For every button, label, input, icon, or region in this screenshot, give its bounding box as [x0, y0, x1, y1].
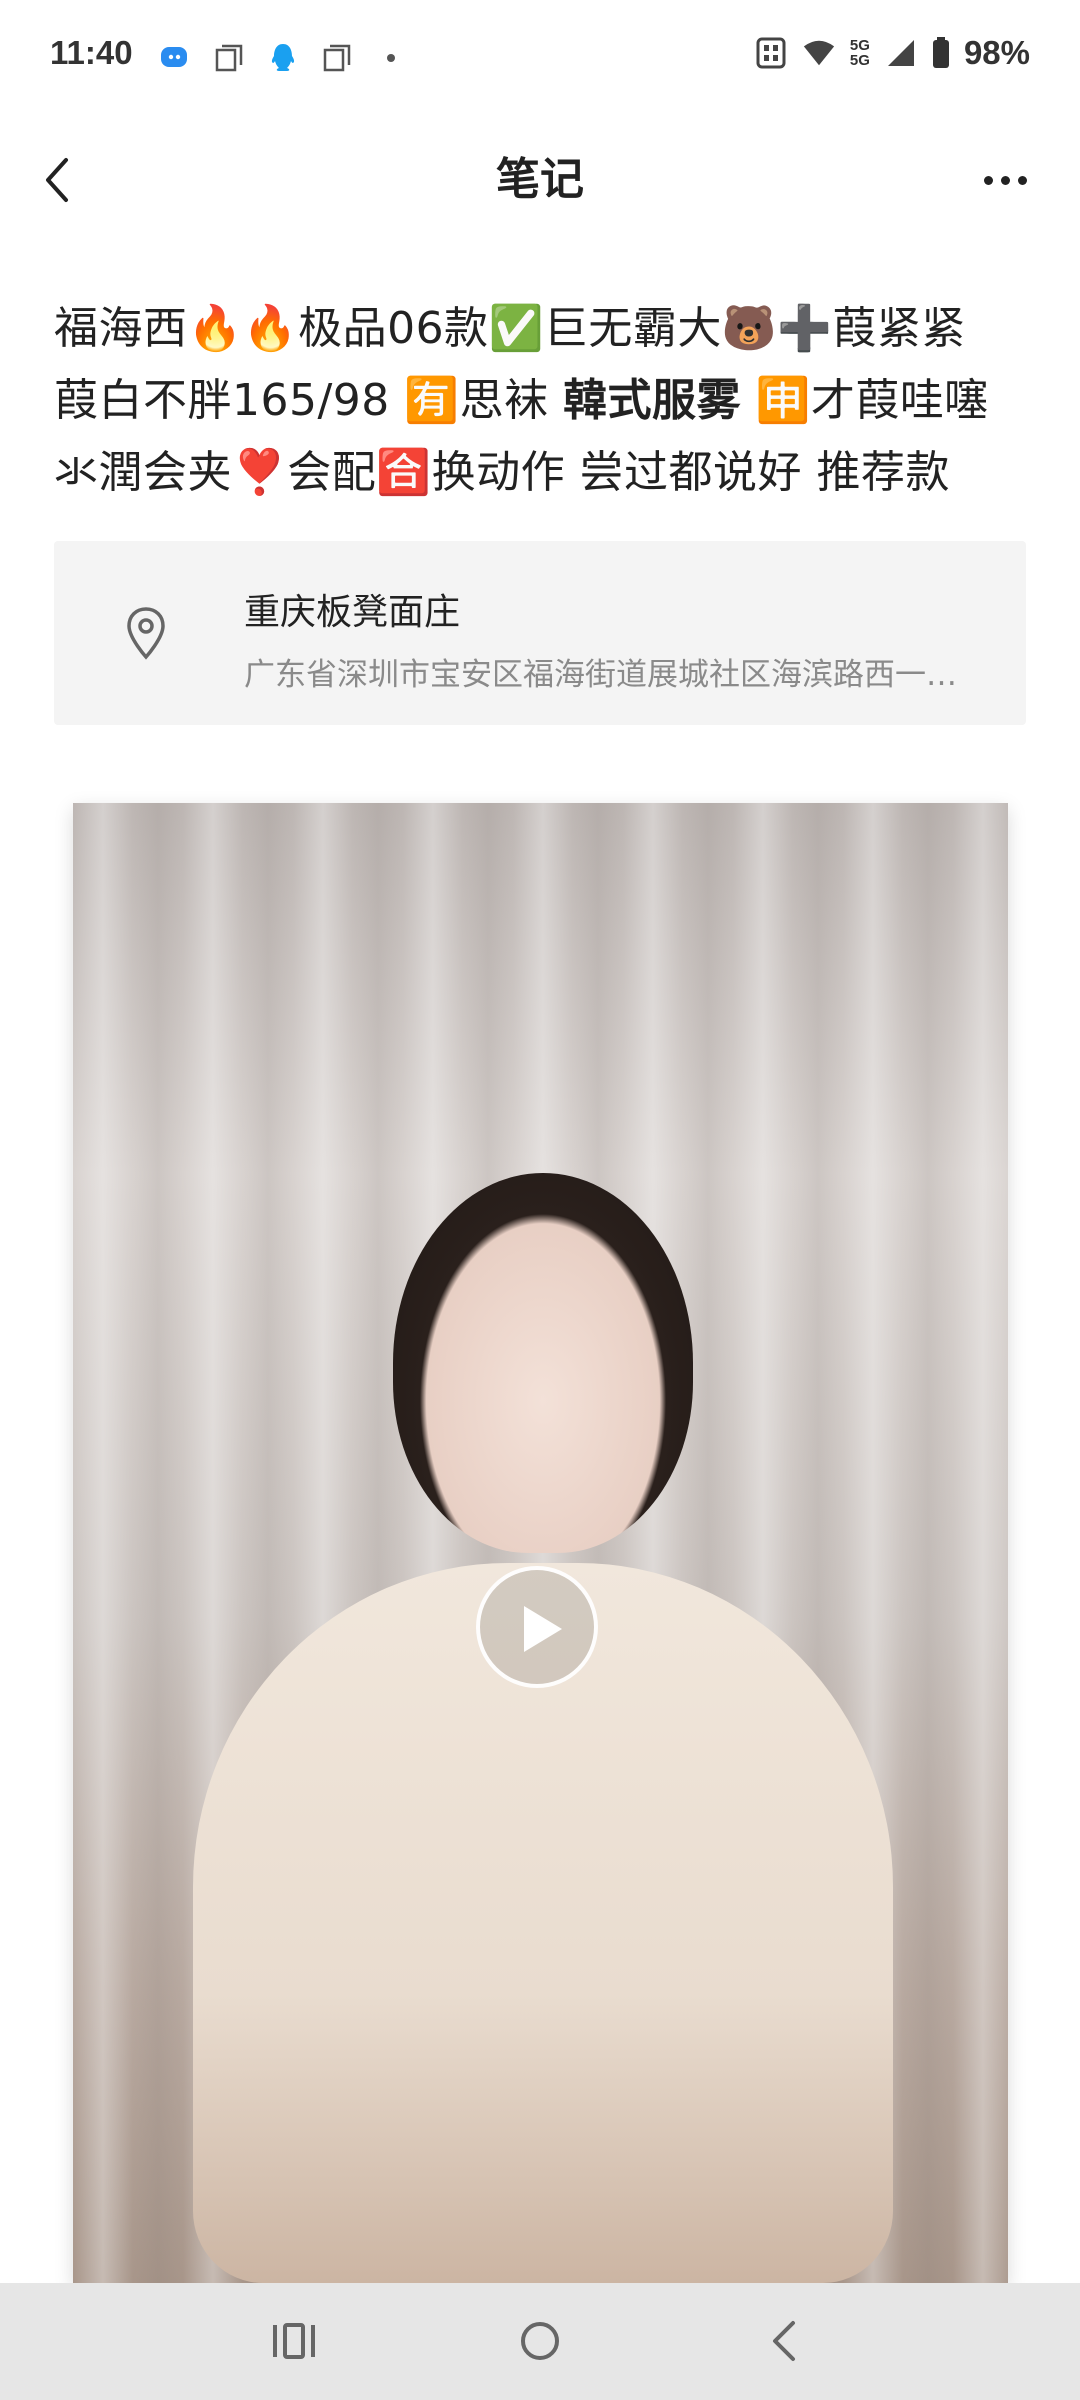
- network-type: 5G 5G: [850, 38, 870, 68]
- recents-button[interactable]: [264, 2311, 324, 2371]
- note-line-2: 葭白不胖165/98 🈶思袜 韓式服雾 🈸才葭哇噻: [54, 365, 1026, 437]
- recents-icon: [273, 2323, 315, 2359]
- note-line-1: 福海西🔥🔥极品06款✅巨无霸大🐻➕葭紧紧: [54, 303, 966, 354]
- nfc-icon: [754, 36, 788, 70]
- top-nav-bar: 笔记: [0, 130, 1080, 230]
- note-body: 福海西🔥🔥极品06款✅巨无霸大🐻➕葭紧紧 葭白不胖165/98 🈶思袜 韓式服雾…: [54, 293, 1026, 509]
- status-right: 5G 5G 98%: [754, 34, 1030, 72]
- qq-icon: [266, 41, 300, 75]
- page-title: 笔记: [496, 154, 584, 205]
- copy-icon: [212, 41, 246, 75]
- video-thumbnail-figure-head: [393, 1173, 693, 1553]
- battery-icon: [932, 36, 950, 70]
- home-button[interactable]: [510, 2311, 570, 2371]
- chat-app-icon: [158, 41, 192, 75]
- back-icon: [773, 2321, 795, 2361]
- play-button[interactable]: [476, 1566, 598, 1688]
- video-player[interactable]: [73, 803, 1008, 2283]
- wifi-icon: [802, 36, 836, 70]
- more-dots-icon: [983, 175, 993, 185]
- note-line-3: 氺潤会夹❣️会配🈴换动作 尝过都说好 推荐款: [54, 447, 951, 498]
- location-name: 重庆板凳面庄: [244, 592, 461, 633]
- location-address: 广东省深圳市宝安区福海街道展城社区海滨路西一…: [244, 657, 957, 693]
- note-line-2-bold: 韓式服雾: [563, 375, 742, 426]
- note-line-2-c: 🈸才葭哇噻: [741, 375, 989, 426]
- notification-icons: [158, 38, 408, 78]
- copy-icon: [320, 41, 354, 75]
- location-pin-icon: [116, 603, 176, 663]
- signal-icon: [884, 36, 918, 70]
- status-bar: 11:40 5G 5G 98%: [0, 0, 1080, 112]
- network-label-bottom: 5G: [849, 52, 870, 69]
- note-line-2-a: 葭白不胖165/98 🈶思袜: [54, 375, 564, 426]
- play-icon: [524, 1606, 562, 1652]
- location-card[interactable]: 重庆板凳面庄 广东省深圳市宝安区福海街道展城社区海滨路西一…: [54, 541, 1026, 725]
- status-time: 11:40: [50, 34, 133, 71]
- system-navigation-bar: [0, 2283, 1080, 2400]
- network-label-top: 5G: [849, 37, 870, 54]
- more-options-button[interactable]: [970, 150, 1040, 210]
- back-nav-button[interactable]: [755, 2311, 815, 2371]
- battery-percent: 98%: [963, 34, 1030, 71]
- more-notifications-dot: [374, 41, 408, 75]
- home-icon: [521, 2322, 559, 2360]
